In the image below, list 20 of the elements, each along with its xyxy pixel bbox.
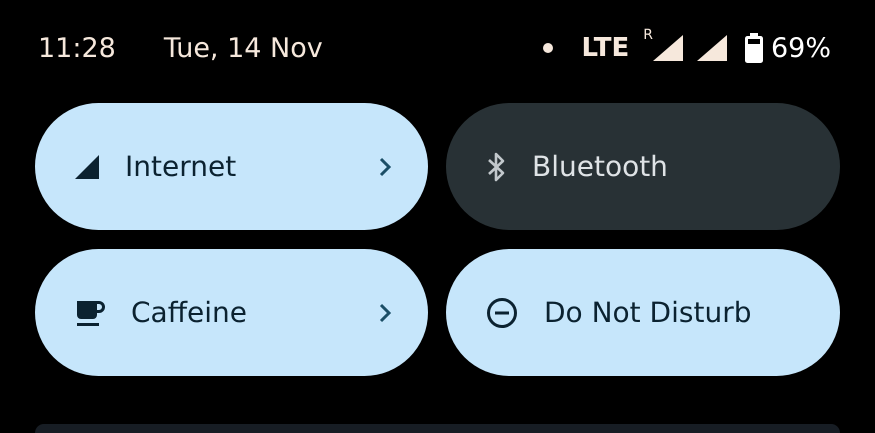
network-type: LTE: [581, 33, 630, 63]
tile-label: Caffeine: [131, 296, 248, 329]
date-text: Tue, 14 Nov: [164, 32, 323, 64]
tile-label: Do Not Disturb: [544, 296, 752, 329]
quick-setting-tile[interactable]: Internet: [35, 103, 428, 230]
quick-setting-tile[interactable]: Do Not Disturb: [446, 249, 840, 376]
quick-setting-tile[interactable]: Caffeine: [35, 249, 428, 376]
battery-icon: [744, 33, 763, 63]
tile-label: Bluetooth: [532, 150, 669, 183]
signal-icon: [652, 35, 683, 61]
tile-label: Internet: [125, 150, 238, 183]
bluetooth-icon: [486, 150, 506, 182]
coffee-cup-icon: [75, 298, 105, 326]
quick-setting-tile[interactable]: Bluetooth: [446, 103, 840, 230]
signal-icon: [696, 35, 727, 61]
roaming-indicator: R: [643, 27, 653, 43]
do-not-disturb-icon: [486, 296, 518, 328]
battery-percent: 69%: [770, 32, 831, 64]
clock-time: 11:28: [38, 32, 116, 64]
signal-icon: [75, 154, 99, 178]
